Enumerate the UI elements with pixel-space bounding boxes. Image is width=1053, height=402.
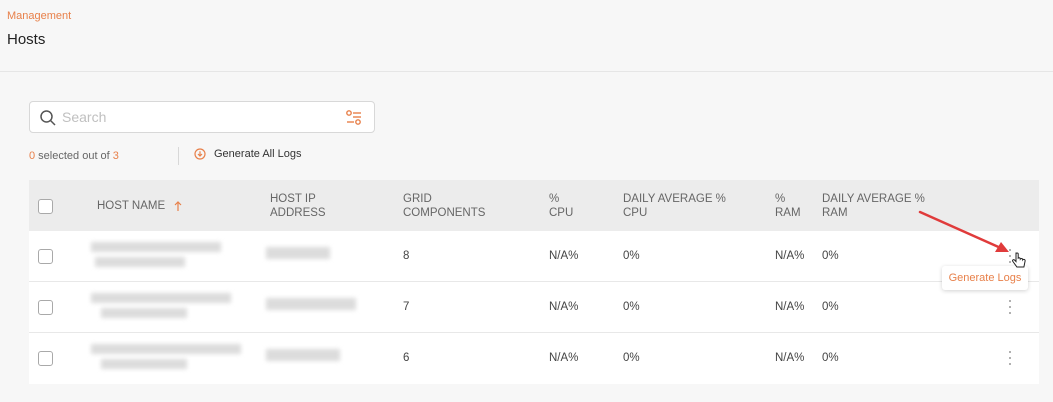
page-header: Management Hosts — [0, 0, 1053, 72]
daily-ram-cell: 0% — [822, 250, 839, 262]
table-header: HOST NAME HOST IP ADDRESS GRID COMPONENT… — [29, 180, 1039, 231]
column-ram-line1: % — [775, 193, 786, 205]
host-name-redacted — [101, 308, 187, 318]
cpu-cell: N/A% — [549, 352, 579, 364]
ram-cell: N/A% — [775, 352, 805, 364]
grid-components-cell: 8 — [403, 250, 410, 262]
search-icon — [40, 110, 56, 126]
column-daily-ram-line2: RAM — [822, 207, 848, 219]
column-host-name[interactable]: HOST NAME — [97, 199, 183, 213]
sort-up-icon[interactable] — [173, 200, 183, 212]
generate-all-logs-label: Generate All Logs — [214, 148, 302, 160]
column-cpu-line1: % — [549, 193, 560, 205]
host-name-redacted — [95, 257, 185, 267]
column-grid-line1: GRID — [403, 193, 432, 205]
daily-cpu-cell: 0% — [623, 250, 640, 262]
ram-cell: N/A% — [775, 301, 805, 313]
hosts-table: HOST NAME HOST IP ADDRESS GRID COMPONENT… — [29, 180, 1039, 384]
grid-components-cell: 7 — [403, 301, 410, 313]
table-row[interactable]: 7 N/A% 0% N/A% 0% — [29, 282, 1039, 333]
selected-label: selected out of — [35, 150, 113, 162]
host-ip-redacted — [266, 349, 340, 361]
cpu-cell: N/A% — [549, 301, 579, 313]
host-name-redacted — [101, 359, 187, 369]
column-host-ip: HOST IP ADDRESS — [270, 192, 326, 220]
column-ram: % RAM — [775, 192, 801, 220]
column-daily-ram: DAILY AVERAGE % RAM — [822, 192, 925, 220]
select-all-checkbox[interactable] — [38, 199, 53, 214]
column-ram-line2: RAM — [775, 207, 801, 219]
download-circle-icon — [194, 148, 206, 160]
column-cpu: % CPU — [549, 192, 573, 220]
column-grid-line2: COMPONENTS — [403, 207, 486, 219]
column-host-ip-line1: HOST IP — [270, 193, 316, 205]
row-checkbox[interactable] — [38, 300, 53, 315]
selection-summary: 0 selected out of 3 — [29, 150, 119, 162]
breadcrumb[interactable]: Management — [7, 10, 71, 22]
annotation-arrow-icon — [918, 210, 1009, 252]
generate-all-logs-button[interactable]: Generate All Logs — [194, 148, 301, 160]
host-name-redacted — [91, 344, 241, 354]
table-row[interactable]: 6 N/A% 0% N/A% 0% — [29, 333, 1039, 384]
search-input[interactable] — [62, 107, 332, 127]
daily-cpu-cell: 0% — [623, 352, 640, 364]
daily-ram-cell: 0% — [822, 301, 839, 313]
cpu-cell: N/A% — [549, 250, 579, 262]
daily-ram-cell: 0% — [822, 352, 839, 364]
host-name-redacted — [91, 242, 221, 252]
kebab-icon[interactable] — [1005, 351, 1015, 365]
table-row[interactable]: 8 N/A% 0% N/A% 0% — [29, 231, 1039, 282]
grid-components-cell: 6 — [403, 352, 410, 364]
daily-cpu-cell: 0% — [623, 301, 640, 313]
row-checkbox[interactable] — [38, 249, 53, 264]
total-count: 3 — [112, 150, 119, 162]
ram-cell: N/A% — [775, 250, 805, 262]
page-title: Hosts — [7, 31, 46, 48]
column-daily-cpu-line2: CPU — [623, 207, 648, 219]
column-host-ip-line2: ADDRESS — [270, 207, 326, 219]
divider — [178, 147, 179, 165]
column-grid-components: GRID COMPONENTS — [403, 192, 485, 220]
row-checkbox[interactable] — [38, 351, 53, 366]
kebab-icon[interactable] — [1005, 300, 1015, 314]
column-cpu-line2: CPU — [549, 207, 574, 219]
column-daily-cpu: DAILY AVERAGE % CPU — [623, 192, 726, 220]
host-ip-redacted — [266, 247, 330, 259]
host-ip-redacted — [266, 298, 356, 310]
search-box[interactable] — [29, 101, 375, 133]
hand-pointer-icon — [1012, 252, 1026, 268]
filter-icon[interactable] — [345, 109, 363, 127]
column-daily-ram-line1: DAILY AVERAGE % — [822, 193, 925, 205]
column-host-name-label: HOST NAME — [97, 200, 166, 212]
column-daily-cpu-line1: DAILY AVERAGE % — [623, 193, 726, 205]
host-name-redacted — [91, 293, 231, 303]
